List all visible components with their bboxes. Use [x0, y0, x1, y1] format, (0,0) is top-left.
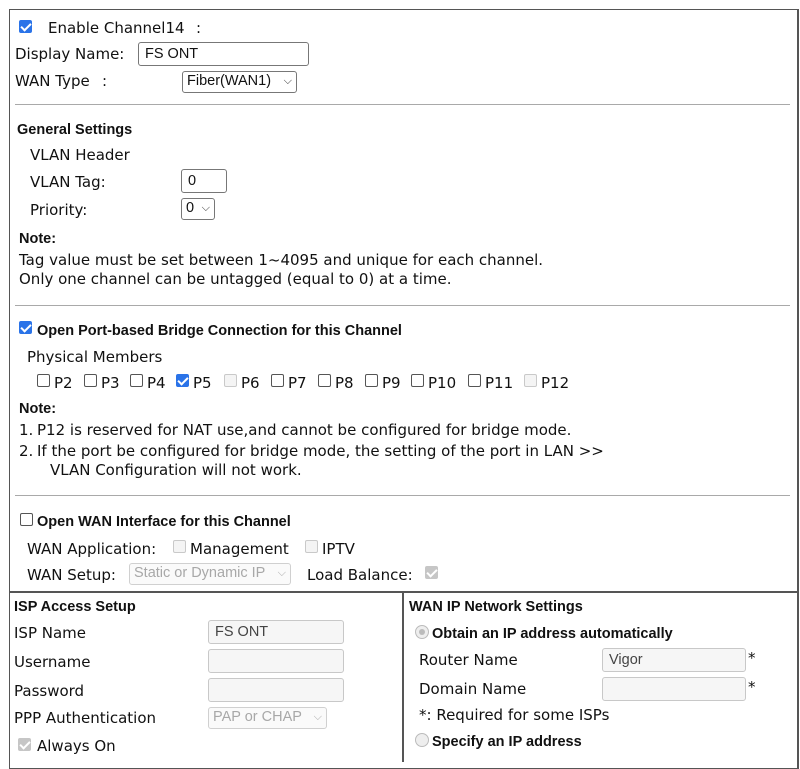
- bridge-note-title: Note:: [19, 401, 57, 417]
- specify-ip-label: Specify an IP address: [432, 734, 582, 750]
- ppp-auth-label: PPP Authentication: [14, 709, 157, 727]
- required-note: *: Required for some ISPs: [419, 706, 610, 724]
- priority-value: 0: [186, 200, 195, 216]
- wan-type-label: WAN Type: [15, 72, 90, 90]
- wan-interface-checkbox[interactable]: [20, 513, 33, 526]
- port-p7-label: P7: [288, 374, 307, 392]
- vlan-header-label: VLAN Header: [30, 146, 130, 164]
- wan-setup-select[interactable]: Static or Dynamic IP ⌵: [129, 563, 291, 585]
- port-p9-label: P9: [382, 374, 401, 392]
- port-p2-checkbox[interactable]: [37, 374, 50, 387]
- port-p4-label: P4: [147, 374, 166, 392]
- username-label: Username: [14, 653, 91, 671]
- port-p8-checkbox[interactable]: [318, 374, 331, 387]
- bridge-note2-line2: VLAN Configuration will not work.: [50, 461, 302, 479]
- iptv-label: IPTV: [322, 540, 355, 558]
- ppp-auth-select[interactable]: PAP or CHAP ⌵: [208, 707, 327, 729]
- router-name-input[interactable]: Vigor: [602, 648, 746, 672]
- priority-select[interactable]: 0 ⌵: [181, 198, 215, 220]
- enable-channel-checkbox[interactable]: [19, 20, 32, 33]
- general-note-line1: Tag value must be set between 1~4095 and…: [19, 251, 544, 269]
- port-p10-checkbox[interactable]: [411, 374, 424, 387]
- domain-name-required-star: *: [748, 678, 756, 696]
- divider: [15, 305, 790, 306]
- wan-interface-heading: Open WAN Interface for this Channel: [37, 514, 291, 530]
- bridge-note1-number: 1.: [19, 421, 34, 439]
- wan-type-colon: :: [102, 72, 108, 90]
- specify-ip-radio[interactable]: [415, 733, 429, 747]
- username-input[interactable]: [208, 649, 344, 673]
- bridge-note2-line1: If the port be configured for bridge mod…: [37, 442, 604, 460]
- chevron-down-icon: ⌵: [283, 75, 292, 87]
- enable-channel-label: Enable Channel14: [48, 19, 185, 37]
- chevron-down-icon: ⌵: [277, 567, 286, 579]
- wan-setup-label: WAN Setup:: [27, 566, 116, 584]
- load-balance-label: Load Balance:: [307, 566, 413, 584]
- port-p11-label: P11: [485, 374, 514, 392]
- chevron-down-icon: ⌵: [313, 711, 322, 723]
- general-note-title: Note:: [19, 231, 57, 247]
- bridge-note2-number: 2.: [19, 442, 34, 460]
- router-name-required-star: *: [748, 649, 756, 667]
- router-name-label: Router Name: [419, 651, 518, 669]
- iptv-checkbox[interactable]: [305, 540, 318, 553]
- physical-members-label: Physical Members: [27, 348, 163, 366]
- port-p12-checkbox[interactable]: [524, 374, 537, 387]
- wan-setup-value: Static or Dynamic IP: [134, 565, 266, 581]
- password-input[interactable]: [208, 678, 344, 702]
- port-p3-label: P3: [101, 374, 120, 392]
- wan-ip-heading: WAN IP Network Settings: [409, 599, 583, 615]
- enable-channel-colon: :: [196, 19, 202, 37]
- always-on-label: Always On: [37, 737, 116, 755]
- wan-type-select[interactable]: Fiber(WAN1) ⌵: [182, 71, 297, 93]
- display-name-input[interactable]: FS ONT: [138, 42, 309, 66]
- management-checkbox[interactable]: [173, 540, 186, 553]
- vlan-tag-label: VLAN Tag:: [30, 173, 106, 191]
- chevron-down-icon: ⌵: [201, 202, 210, 214]
- password-label: Password: [14, 682, 85, 700]
- always-on-checkbox[interactable]: [18, 738, 31, 751]
- general-note-line2: Only one channel can be untagged (equal …: [19, 270, 452, 288]
- port-p5-checkbox[interactable]: [176, 374, 189, 387]
- port-p3-checkbox[interactable]: [84, 374, 97, 387]
- panel-divider-top: [9, 591, 799, 593]
- port-p9-checkbox[interactable]: [365, 374, 378, 387]
- isp-access-heading: ISP Access Setup: [14, 599, 136, 615]
- ppp-auth-value: PAP or CHAP: [213, 709, 302, 725]
- priority-label: Priority:: [30, 201, 88, 219]
- load-balance-checkbox[interactable]: [425, 566, 438, 579]
- port-p10-label: P10: [428, 374, 457, 392]
- wan-application-label: WAN Application:: [27, 540, 157, 558]
- panel-divider-vertical: [402, 592, 404, 762]
- port-p2-label: P2: [54, 374, 73, 392]
- bridge-heading: Open Port-based Bridge Connection for th…: [37, 323, 402, 339]
- display-name-label: Display Name:: [15, 45, 125, 63]
- divider: [15, 495, 790, 496]
- port-p8-label: P8: [335, 374, 354, 392]
- isp-name-input[interactable]: FS ONT: [208, 620, 344, 644]
- port-p6-checkbox[interactable]: [224, 374, 237, 387]
- bridge-checkbox[interactable]: [19, 321, 32, 334]
- wan-type-value: Fiber(WAN1): [187, 73, 272, 89]
- port-p12-label: P12: [541, 374, 570, 392]
- divider: [15, 104, 790, 105]
- port-p4-checkbox[interactable]: [130, 374, 143, 387]
- port-p6-label: P6: [241, 374, 260, 392]
- domain-name-input[interactable]: [602, 677, 746, 701]
- obtain-ip-radio[interactable]: [415, 625, 429, 639]
- isp-name-label: ISP Name: [14, 624, 87, 642]
- port-p7-checkbox[interactable]: [271, 374, 284, 387]
- general-settings-heading: General Settings: [17, 122, 133, 138]
- bridge-note1: P12 is reserved for NAT use,and cannot b…: [37, 421, 572, 439]
- vlan-tag-input[interactable]: 0: [181, 169, 227, 193]
- port-p5-label: P5: [193, 374, 212, 392]
- port-p11-checkbox[interactable]: [468, 374, 481, 387]
- domain-name-label: Domain Name: [419, 680, 527, 698]
- management-label: Management: [190, 540, 289, 558]
- obtain-ip-label: Obtain an IP address automatically: [432, 626, 673, 642]
